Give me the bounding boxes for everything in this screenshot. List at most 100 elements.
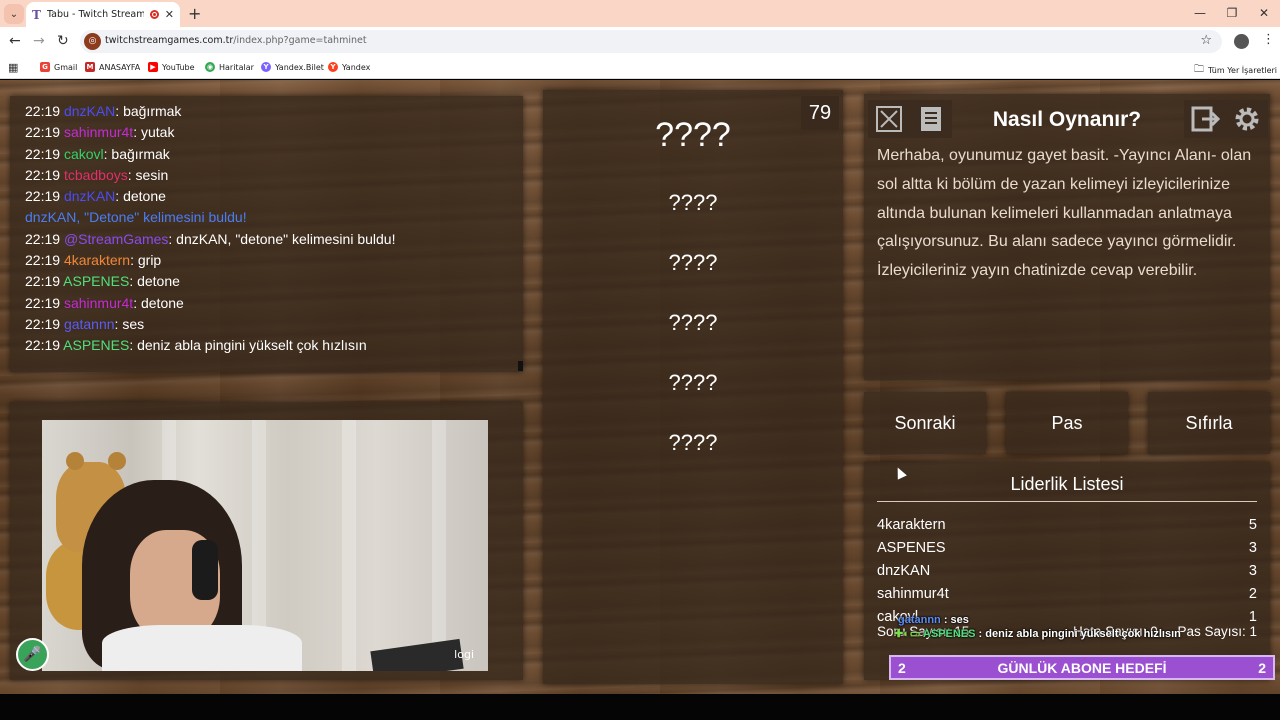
bookmark-label: Gmail (54, 62, 78, 72)
taboo-word: ???? (668, 190, 718, 215)
chat-username[interactable]: sahinmur4t (64, 295, 133, 311)
forward-button[interactable]: → (33, 33, 45, 49)
subscriber-goal-bar: 2 GÜNLÜK ABONE HEDEFİ 2 (889, 655, 1275, 680)
taboo-word: ???? (668, 250, 718, 275)
tab-search-button[interactable]: ⌄ (4, 4, 24, 24)
chat-username[interactable]: dnzKAN (64, 103, 115, 119)
close-window-button[interactable]: ✕ (1248, 0, 1280, 27)
main-word: ???? (655, 116, 731, 154)
pass-button[interactable]: Pas (1006, 392, 1128, 454)
url-path: /index.php?game=tahminet (233, 35, 367, 46)
chat-message: 22:19 ASPENES: detone (25, 271, 523, 292)
chat-message: 22:19 4karaktern: grip (25, 250, 523, 271)
chat-text: : yutak (133, 124, 175, 141)
chat-scrollbar[interactable] (518, 361, 523, 371)
reload-button[interactable]: ↻ (57, 33, 69, 49)
browser-tab[interactable]: T Tabu - Twitch Stream Game ✕ (26, 2, 180, 27)
settings-gear-icon[interactable] (1226, 100, 1268, 138)
browser-menu-icon[interactable]: ⋮ (1262, 32, 1275, 47)
chat-time: 22:19 (25, 252, 61, 269)
leaderboard-score: 5 (1248, 517, 1257, 533)
chat-text: : bağırmak (115, 103, 182, 119)
chat-time: 22:19 (25, 145, 61, 162)
how-to-play-title: Nasıl Oynanır? (992, 108, 1142, 131)
yandex-bilet-icon: Y (261, 62, 271, 72)
site-info-icon[interactable]: ◎ (84, 33, 101, 50)
stream-chat-overlay: gatannn : ses ✚◐▭ ASPENES : deniz abla p… (894, 613, 1181, 641)
chat-username[interactable]: ASPENES (63, 337, 129, 353)
chat-username[interactable]: ASPENES (63, 273, 129, 289)
recording-icon (149, 10, 159, 19)
chat-time: 22:19 (25, 315, 61, 332)
folder-icon: 🗀 (1194, 64, 1204, 75)
leaderboard-score: 2 (1248, 586, 1257, 602)
leaderboard-name: 4karaktern (877, 517, 946, 533)
bookmark-yandex[interactable]: Y Yandex (328, 62, 370, 72)
chat-text: : ses (114, 315, 145, 332)
chat-message: 22:19 @StreamGames: dnzKAN, "detone" kel… (25, 229, 523, 250)
chat-text: : dnzKAN, "detone" kelimesini buldu! (168, 230, 396, 247)
all-bookmarks-label: Tüm Yer İşaretleri (1208, 66, 1278, 75)
chat-text: : bağırmak (103, 145, 170, 162)
anasayfa-icon: M (85, 62, 95, 72)
chat-username[interactable]: 4karaktern (64, 252, 130, 268)
chat-time: 22:19 (25, 230, 61, 247)
chat-text: : detone (133, 294, 184, 311)
apps-grid-icon[interactable]: ▦ (8, 61, 18, 74)
bookmark-gmail[interactable]: G Gmail (40, 62, 77, 72)
chat-time: 22:19 (25, 188, 61, 205)
chat-username[interactable]: cakovl (64, 146, 104, 162)
chat-time: 22:19 (25, 166, 61, 183)
chat-time: 22:19 (25, 103, 61, 119)
bookmark-label: Haritalar (219, 62, 254, 72)
streamer-area: logi 🎤 (10, 402, 523, 680)
bookmark-label: YouTube (162, 62, 195, 72)
chat-username[interactable]: sahinmur4t (64, 124, 133, 140)
minimize-button[interactable]: — (1184, 0, 1216, 27)
url-input[interactable]: ◎ twitchstreamgames.com.tr/index.php?gam… (80, 30, 1222, 53)
chat-username[interactable]: tcbadboys (64, 167, 128, 183)
bookmark-haritalar[interactable]: ◉ Haritalar (205, 62, 254, 72)
next-button[interactable]: Sonraki (864, 392, 986, 454)
chat-system-message: dnzKAN, "Detone" kelimesini buldu! (25, 207, 523, 228)
bookmark-yandex-bilet[interactable]: Y Yandex.Bilet (261, 62, 324, 72)
bookmark-label: ANASAYFA (99, 62, 141, 72)
chat-panel[interactable]: 22:19 dnzKAN: bağırmak 22:19 sahinmur4t: … (10, 96, 523, 372)
overlay-message: : deniz abla pingini yükselt çok hızlısı… (975, 628, 1181, 640)
tab-title: Tabu - Twitch Stream Game (46, 9, 144, 20)
game-page: 22:19 dnzKAN: bağırmak 22:19 sahinmur4t: … (0, 80, 1280, 694)
bookmark-anasayfa[interactable]: M ANASAYFA (85, 62, 140, 72)
taboo-word: ???? (668, 430, 718, 455)
new-tab-button[interactable]: + (188, 4, 201, 23)
chat-message: 22:19 gatannn: ses (25, 314, 523, 335)
back-button[interactable]: ← (9, 33, 21, 49)
bookmark-star-icon[interactable]: ☆ (1200, 33, 1212, 48)
overlay-badges-icon: ✚◐▭ (894, 628, 923, 640)
chat-text: : sesin (127, 166, 169, 183)
youtube-icon: ▶ (148, 62, 158, 72)
leaderboard-row: ASPENES 3 (877, 540, 1257, 556)
restore-button[interactable]: ❐ (1216, 0, 1248, 27)
all-bookmarks[interactable]: 🗀 Tüm Yer İşaretleri (1194, 62, 1277, 79)
chat-message: 22:19 ASPENES: deniz abla pingini yüksel… (25, 335, 523, 356)
bookmark-youtube[interactable]: ▶ YouTube (148, 62, 195, 72)
how-to-play-text: Merhaba, oyunumuz gayet basit. -Yayıncı … (877, 147, 1252, 280)
taboo-word: ???? (668, 370, 718, 395)
close-tab-icon[interactable]: ✕ (165, 8, 174, 21)
reset-button[interactable]: Sıfırla (1148, 392, 1270, 454)
bottom-strip (0, 694, 1280, 720)
chat-time: 22:19 (25, 124, 61, 141)
exit-icon[interactable] (1184, 100, 1226, 138)
fullscreen-icon[interactable] (868, 100, 910, 138)
rules-document-icon[interactable] (910, 100, 952, 138)
chat-time: 22:19 (25, 294, 61, 311)
profile-avatar[interactable] (1234, 34, 1249, 49)
chat-message: 22:19 tcbadboys: sesin (25, 165, 523, 186)
bookmark-label: Yandex.Bilet (275, 62, 324, 72)
chat-username[interactable]: @StreamGames (64, 231, 168, 247)
leaderboard-title: Liderlik Listesi (877, 474, 1257, 502)
microphone-button[interactable]: 🎤 (16, 638, 49, 671)
chat-username[interactable]: dnzKAN (64, 188, 115, 204)
bookmarks-bar: ▦ G Gmail M ANASAYFA ▶ YouTube ◉ Haritalar Y… (0, 57, 1280, 79)
chat-username[interactable]: gatannn (64, 316, 115, 332)
